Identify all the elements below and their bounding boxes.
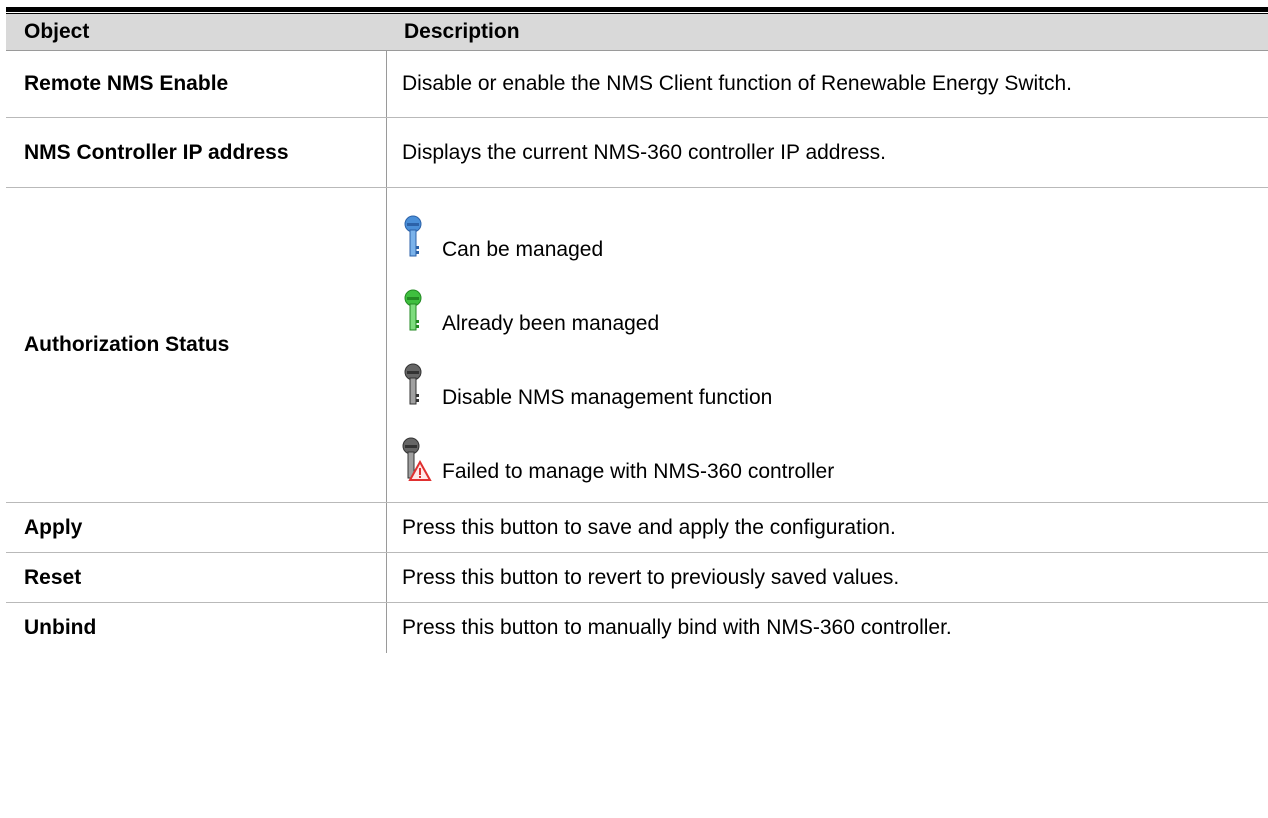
table-row: Reset Press this button to revert to pre… bbox=[6, 553, 1268, 603]
status-list: Can be managed Already been managed Disa… bbox=[402, 188, 834, 492]
row-description: Can be managed Already been managed Disa… bbox=[387, 188, 1268, 502]
status-item: Disable NMS management function bbox=[402, 344, 834, 418]
header-object: Object bbox=[24, 20, 90, 43]
status-item: Already been managed bbox=[402, 270, 834, 344]
row-description: Press this button to save and apply the … bbox=[402, 515, 896, 539]
status-label: Failed to manage with NMS-360 controller bbox=[442, 460, 835, 483]
row-description: Press this button to manually bind with … bbox=[402, 616, 952, 639]
row-description: Press this button to revert to previousl… bbox=[402, 565, 900, 589]
table-row: Remote NMS Enable Disable or enable the … bbox=[6, 51, 1268, 118]
status-label: Can be managed bbox=[442, 238, 604, 261]
table-row: Authorization Status Can be managed Alre… bbox=[6, 188, 1268, 503]
table-row: NMS Controller IP address Displays the c… bbox=[6, 118, 1268, 188]
table-row: Unbind Press this button to manually bin… bbox=[6, 603, 1268, 653]
blue-key-icon bbox=[402, 210, 428, 270]
gray-key-icon bbox=[402, 358, 428, 418]
row-object: Unbind bbox=[6, 603, 387, 653]
row-description: Disable or enable the NMS Client functio… bbox=[402, 72, 1073, 95]
header-description: Description bbox=[404, 20, 520, 43]
gray-key-warning-icon bbox=[402, 432, 432, 492]
row-object: Apply bbox=[6, 503, 387, 552]
status-label: Disable NMS management function bbox=[442, 386, 773, 409]
row-object: Remote NMS Enable bbox=[6, 51, 387, 117]
row-object: Authorization Status bbox=[6, 188, 387, 502]
table-row: Apply Press this button to save and appl… bbox=[6, 503, 1268, 553]
object-description-table: Object Description Remote NMS Enable Dis… bbox=[6, 7, 1268, 653]
green-key-icon bbox=[402, 284, 428, 344]
status-item: Can be managed bbox=[402, 196, 834, 270]
status-item: Failed to manage with NMS-360 controller bbox=[402, 418, 834, 492]
row-object: Reset bbox=[6, 553, 387, 602]
table-header-row: Object Description bbox=[6, 14, 1268, 51]
row-object: NMS Controller IP address bbox=[6, 118, 387, 187]
status-label: Already been managed bbox=[442, 312, 660, 335]
row-description: Displays the current NMS-360 controller … bbox=[402, 140, 886, 164]
